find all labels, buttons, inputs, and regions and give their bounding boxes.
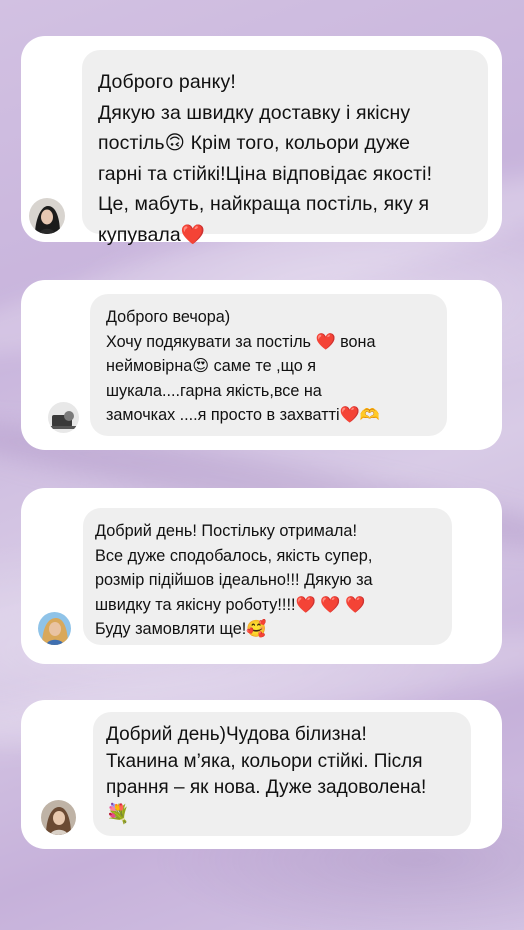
message-bubble: Добрий день)Чудова білизна! Тканина м’як… [93, 712, 471, 836]
message-line: Буду замовляти ще!🥰 [95, 620, 267, 639]
message-line: Добрий день)Чудова білизна! [106, 724, 367, 745]
avatar [29, 198, 65, 234]
message-line: гарні та стійкі!Ціна відповідає якості! [98, 162, 433, 185]
message-line: купувала❤️ [98, 223, 206, 246]
message-line: шукала....гарна якість,все на [106, 381, 322, 400]
message-line: розмір підійшов ідеально!!! Дякую за [95, 571, 373, 590]
message-line: Доброго ранку! [98, 71, 236, 93]
message-line: Хочу подякувати за постіль ❤️ вона [106, 332, 376, 351]
message-line: Добрий день! Постільку отримала! [95, 522, 357, 540]
review-card: Доброго ранку! Дякую за швидку доставку … [21, 36, 502, 246]
message-line: постіль🙃 Крім того, кольори дуже [98, 132, 411, 154]
message-line: замочках ....я просто в захватті❤️🫶 [106, 406, 380, 424]
avatar [41, 800, 76, 835]
message-line: швидку та якісну роботу!!!!❤️ ❤️ ❤️ [95, 595, 366, 614]
message-bubble: Добрий день! Постільку отримала! Все дуж… [83, 508, 452, 645]
message-line: Це, мабуть, найкраща постіль, яку я [98, 193, 430, 215]
message-bubble: Доброго ранку! Дякую за швидку доставку … [82, 50, 488, 246]
message-line: Все дуже сподобалось, якість супер, [95, 546, 373, 565]
message-bubble: Доброго вечора) Хочу подякувати за пості… [90, 294, 447, 436]
review-card: Добрий день! Постільку отримала! Все дуж… [21, 488, 502, 664]
message-line: Дякую за швидку доставку і якісну [98, 101, 411, 124]
avatar [38, 612, 71, 645]
message-line: Доброго вечора) [106, 308, 231, 326]
avatar [48, 402, 79, 433]
message-line: Тканина м’яка, кольори стійкі. Після [106, 750, 423, 772]
message-line: 💐 [106, 803, 130, 825]
review-card: Доброго вечора) Хочу подякувати за пості… [21, 280, 502, 450]
review-card: Добрий день)Чудова білизна! Тканина м’як… [21, 700, 502, 849]
message-line: прання – як нова. Дуже задоволена! [106, 777, 427, 798]
message-line: неймовірна😍 саме те ,що я [106, 357, 316, 375]
